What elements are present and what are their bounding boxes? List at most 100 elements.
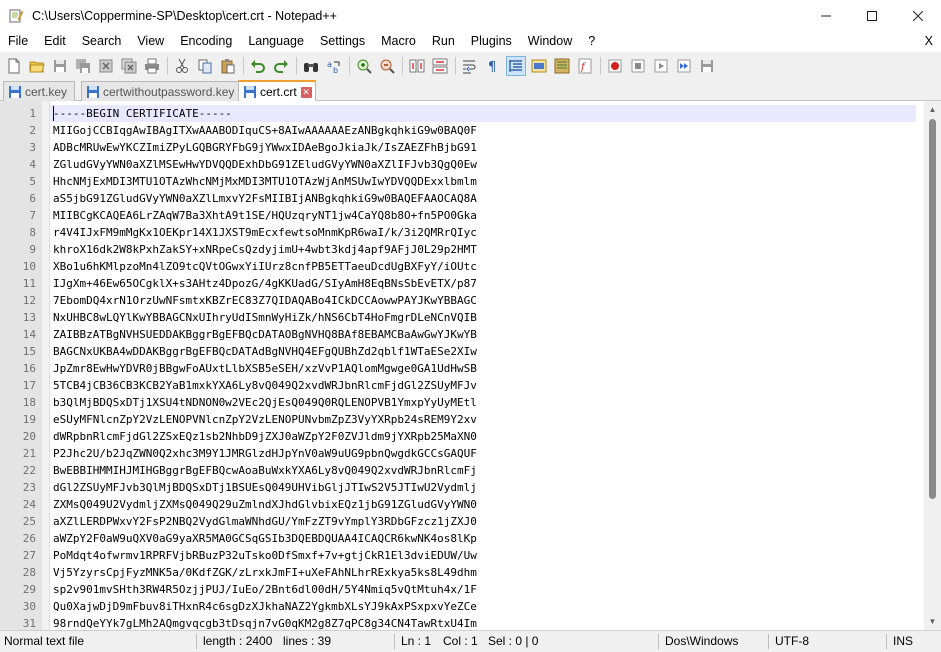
toolbar-separator (349, 56, 350, 75)
cut-button[interactable] (172, 56, 192, 76)
menu-window[interactable]: Window (520, 31, 580, 51)
menu-plugins[interactable]: Plugins (463, 31, 520, 51)
menu-settings[interactable]: Settings (312, 31, 373, 51)
redo-button[interactable] (271, 56, 291, 76)
replace-button[interactable]: ab (324, 56, 344, 76)
zoom-out-icon (380, 59, 395, 74)
menu-view[interactable]: View (129, 31, 172, 51)
play-icon (654, 59, 668, 72)
line-number: 6 (29, 192, 36, 205)
fold-margin[interactable] (42, 101, 50, 630)
sync-horizontal-scroll-button[interactable] (430, 56, 450, 76)
line-number: 21 (22, 447, 36, 460)
toolbar-separator (243, 56, 244, 75)
copy-button[interactable] (195, 56, 215, 76)
scrollbar-thumb[interactable] (929, 119, 936, 499)
open-file-button[interactable] (27, 56, 47, 76)
maximize-button[interactable] (849, 0, 895, 31)
save-macro-button[interactable] (697, 56, 717, 76)
close-file-button[interactable] (96, 56, 116, 76)
status-bar: Normal text file length : 2400 lines : 3… (0, 630, 941, 652)
code-line: -----BEGIN CERTIFICATE----- (53, 107, 232, 120)
line-number: 5 (29, 175, 36, 188)
tab-close-icon[interactable]: ✕ (300, 86, 312, 98)
status-encoding[interactable]: UTF-8 (775, 631, 809, 652)
line-number: 13 (22, 311, 36, 324)
menu-edit[interactable]: Edit (36, 31, 74, 51)
function-list-button[interactable]: f (575, 56, 595, 76)
replace-icon: ab (327, 60, 340, 74)
start-recording-button[interactable] (605, 56, 625, 76)
vertical-scrollbar[interactable]: ▲ ▼ (924, 101, 941, 630)
menu-macro[interactable]: Macro (373, 31, 424, 51)
zoom-in-button[interactable] (354, 56, 374, 76)
sync-vertical-scroll-button[interactable] (407, 56, 427, 76)
paste-button[interactable] (218, 56, 238, 76)
paste-icon (221, 58, 235, 73)
status-eol[interactable]: Dos\Windows (665, 631, 738, 652)
print-icon (145, 58, 159, 73)
code-line: JpZmr8EwHwYDVR0jBBgwFoAUxtLlbXSB5eSEH/xz… (53, 362, 477, 375)
menu-file[interactable]: File (0, 31, 36, 51)
playback-button[interactable] (651, 56, 671, 76)
menu-run[interactable]: Run (424, 31, 463, 51)
record-icon (608, 59, 622, 72)
editor-area[interactable]: 1 2 3 4 5 6 7 8 9 10 11 12 13 14 15 16 17 18 19 20 21 22 23 24 2… (0, 101, 941, 630)
line-number: 27 (22, 549, 36, 562)
tab-cert-key[interactable]: cert.key (3, 81, 76, 101)
line-number: 23 (22, 481, 36, 494)
menu-search[interactable]: Search (74, 31, 130, 51)
save-all-button[interactable] (73, 56, 93, 76)
scroll-down-arrow-icon[interactable]: ▼ (924, 613, 941, 630)
copy-icon (198, 59, 212, 73)
code-line: BwEBBIHMMIHJMIHGBggrBgEFBQcwAoaBuWxkYXA6… (53, 464, 477, 477)
status-separator (196, 634, 197, 649)
open-folder-icon (29, 61, 45, 72)
run-macro-multiple-button[interactable] (674, 56, 694, 76)
saved-file-icon (9, 85, 21, 98)
print-button[interactable] (142, 56, 162, 76)
status-insert-mode[interactable]: INS (893, 631, 913, 652)
line-number: 12 (22, 294, 36, 307)
new-file-button[interactable] (4, 56, 24, 76)
user-defined-language-button[interactable] (529, 56, 549, 76)
close-document-button[interactable]: X (925, 31, 933, 51)
code-line: aXZlLERDPWxvY2FsP2NBQ2VydGlmaWNhdGU/YmFz… (53, 515, 477, 528)
status-length: length : 2400 (203, 634, 273, 648)
code-line: 7EbomDQ4xrN1OrzUwNFsmtxKBZrEC83Z7QIDAQAB… (53, 294, 477, 307)
close-window-button[interactable] (895, 0, 941, 31)
tab-cert-crt[interactable]: cert.crt ✕ (238, 80, 316, 102)
minimize-icon (821, 15, 831, 16)
code-line: MIIBCgKCAQEA6LrZAqW7Ba3XhtA9t1SE/HQUzqry… (53, 209, 477, 222)
close-all-button[interactable] (119, 56, 139, 76)
code-line: Vj5YzyrsCpjFyzMNK5a/0KdfZGK/zLrxkJmFI+uX… (53, 566, 477, 579)
find-button[interactable] (301, 56, 321, 76)
stop-recording-button[interactable] (628, 56, 648, 76)
tab-label: cert.crt (260, 85, 297, 99)
toolbar-separator (455, 56, 456, 75)
scroll-up-arrow-icon[interactable]: ▲ (924, 101, 941, 118)
maximize-icon (867, 10, 877, 21)
code-line: ZXMsQ049U2VydmljZXMsQ049Q29uZmlndXJhdGlv… (53, 498, 477, 511)
close-file-icon (99, 59, 113, 72)
save-button[interactable] (50, 56, 70, 76)
code-line: 5TCB4jCB36CB3KCB2YaB1mxkYXA6Ly8vQ049Q2xv… (53, 379, 477, 392)
cut-icon (176, 58, 188, 73)
zoom-out-button[interactable] (377, 56, 397, 76)
code-line: NxUHBC8wLQYlKwYBBAGCNxUIhryUdISmnWyHiZk/… (53, 311, 477, 324)
undo-button[interactable] (248, 56, 268, 76)
word-wrap-button[interactable] (460, 56, 480, 76)
menu-encoding[interactable]: Encoding (172, 31, 240, 51)
tab-certwithoutpassword-key[interactable]: certwithoutpassword.key (81, 81, 243, 101)
show-all-characters-button[interactable]: ¶ (483, 56, 503, 76)
indent-guide-button[interactable] (506, 55, 526, 76)
menu-language[interactable]: Language (240, 31, 312, 51)
minimize-button[interactable] (803, 0, 849, 31)
saved-file-icon (244, 86, 256, 98)
menu-help[interactable]: ? (580, 31, 603, 51)
line-number: 15 (22, 345, 36, 358)
code-line: aS5jbG91ZGludGVyYWN0aXZlLmxvY2FsMIIBIjAN… (53, 192, 477, 205)
document-map-button[interactable] (552, 56, 572, 76)
line-number: 11 (22, 277, 36, 290)
text-area[interactable]: -----BEGIN CERTIFICATE----- MIIGojCCBIqgA… (50, 101, 924, 630)
